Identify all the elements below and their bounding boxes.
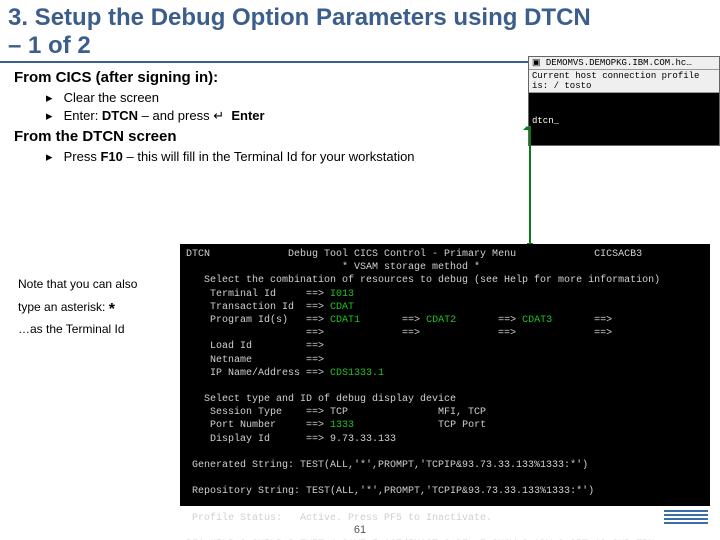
t-l06f: CDAT3 bbox=[522, 315, 552, 326]
t-l05b: CDAT bbox=[330, 302, 354, 313]
step-press-f10: ▸ Press F10 – this will fill in the Term… bbox=[46, 149, 710, 165]
t-l14c: TCP Port bbox=[354, 420, 486, 431]
t-l15: Display Id ==> 9.73.33.133 bbox=[186, 434, 396, 445]
t-l01b: Debug Tool CICS Control - Primary Menu bbox=[210, 249, 594, 260]
t-l04b: I013 bbox=[330, 289, 354, 300]
slide-title-line1: 3. Setup the Debug Option Parameters usi… bbox=[8, 4, 591, 31]
page-number: 61 bbox=[0, 524, 720, 536]
t-l08: Load Id ==> bbox=[186, 341, 324, 352]
bullet-icon: ▸ bbox=[46, 149, 60, 165]
mini-terminal-screen: dtcn_ bbox=[529, 93, 719, 145]
step-clear-text: Clear the screen bbox=[64, 90, 159, 105]
t-l14: Port Number ==> bbox=[186, 420, 330, 431]
bullet-icon: ▸ bbox=[46, 108, 60, 124]
t-l10a: IP Name/Address ==> bbox=[186, 368, 330, 379]
t-l04a: Terminal Id ==> bbox=[186, 289, 330, 300]
t-l21: Profile Status: Active. Press PF5 to Ina… bbox=[186, 513, 492, 524]
slide-title-line2: – 1 of 2 bbox=[8, 32, 91, 59]
callout-arrow bbox=[529, 126, 531, 244]
t-l09: Netname ==> bbox=[186, 355, 324, 366]
step-enter-prefix: Enter: bbox=[64, 108, 102, 123]
step-enter-key-text: Enter bbox=[231, 108, 264, 123]
step-enter-mid: – and press bbox=[142, 108, 214, 123]
side-note-line3: …as the Terminal Id bbox=[18, 321, 168, 338]
t-l06g: ==> bbox=[552, 315, 612, 326]
step-f10-rest: – this will fill in the Terminal Id for … bbox=[127, 149, 415, 164]
bullet-icon: ▸ bbox=[46, 90, 60, 106]
t-l06a: Program Id(s) ==> bbox=[186, 315, 330, 326]
t-l06d: CDAT2 bbox=[426, 315, 456, 326]
mini-terminal-subtitle: Current host connection profile is: / to… bbox=[529, 70, 719, 93]
t-l19: Repository String: TEST(ALL,'*',PROMPT,'… bbox=[186, 486, 594, 497]
ibm-logo bbox=[664, 510, 708, 528]
t-l02: * VSAM storage method * bbox=[186, 262, 480, 273]
side-note-line1: Note that you can also bbox=[18, 276, 168, 293]
mini-terminal-command: dtcn_ bbox=[532, 116, 559, 126]
t-l12: Select type and ID of debug display devi… bbox=[186, 394, 456, 405]
side-note: Note that you can also type an asterisk:… bbox=[18, 276, 168, 338]
t-l06e: ==> bbox=[456, 315, 522, 326]
t-l03: Select the combination of resources to d… bbox=[186, 275, 660, 286]
t-l07: ==> ==> ==> ==> bbox=[186, 328, 612, 339]
step-f10-prefix: Press bbox=[64, 149, 101, 164]
t-l10b: CDS1333.1 bbox=[330, 368, 384, 379]
side-note-line2a: type an asterisk: bbox=[18, 300, 109, 314]
asterisk: * bbox=[109, 301, 115, 318]
t-l01c: CICSACB3 bbox=[594, 249, 642, 260]
dtcn-terminal: DTCN Debug Tool CICS Control - Primary M… bbox=[180, 244, 710, 506]
step-f10-key: F10 bbox=[100, 149, 122, 164]
t-l05a: Transaction Id ==> bbox=[186, 302, 330, 313]
return-icon: ↵ bbox=[213, 109, 224, 124]
t-l14b: 1333 bbox=[330, 420, 354, 431]
mini-terminal: ▣ DEMOMVS.DEMOPKG.IBM.COM.hc… Current ho… bbox=[528, 56, 720, 146]
t-l17: Generated String: TEST(ALL,'*',PROMPT,'T… bbox=[186, 460, 588, 471]
t-l01a: DTCN bbox=[186, 249, 210, 260]
step-enter-cmd: DTCN bbox=[102, 108, 138, 123]
mini-terminal-title: ▣ DEMOMVS.DEMOPKG.IBM.COM.hc… bbox=[529, 57, 719, 70]
t-l13: Session Type ==> TCP MFI, TCP bbox=[186, 407, 486, 418]
t-l06b: CDAT1 bbox=[330, 315, 360, 326]
t-l06c: ==> bbox=[360, 315, 426, 326]
